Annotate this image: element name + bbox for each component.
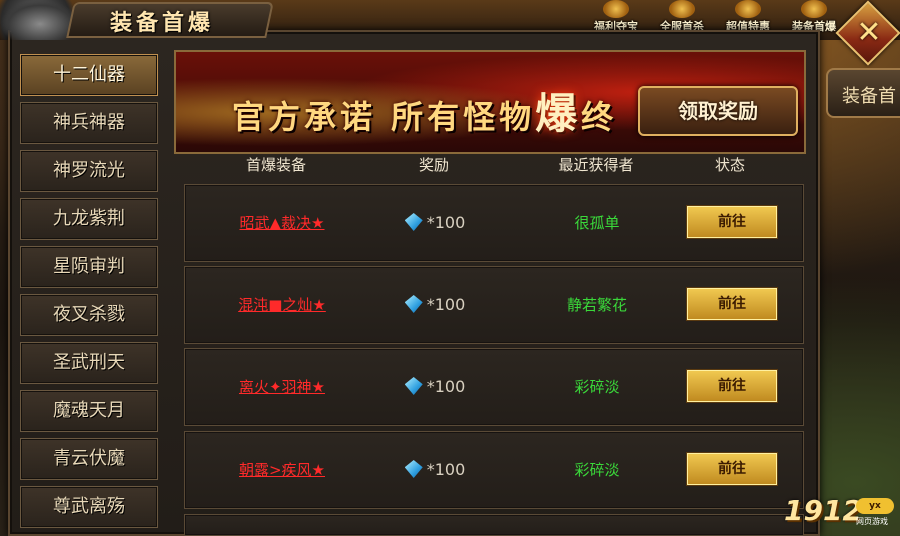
gift-icon bbox=[735, 0, 761, 18]
site-logo: 1912 yx 网页游戏 bbox=[784, 494, 900, 534]
table-row: 混沌■之灿★ *100 静若繁花 前往 bbox=[184, 266, 804, 344]
equipment-link[interactable]: 昭武▲裁决★ bbox=[207, 185, 357, 261]
header-winner: 最近获得者 bbox=[558, 156, 634, 174]
treasure-icon bbox=[603, 0, 629, 18]
menu-item-mohun-tianyue[interactable]: 魔魂天月 bbox=[20, 390, 158, 432]
side-tab-first-drop[interactable]: 装备首 bbox=[826, 68, 900, 118]
reward-cell: *100 bbox=[385, 185, 485, 261]
gear-icon bbox=[801, 0, 827, 18]
winner-name: 静若繁花 bbox=[566, 296, 627, 314]
diamond-icon bbox=[404, 460, 423, 478]
window-title: 装备首爆 bbox=[109, 10, 214, 36]
skull-icon bbox=[669, 0, 695, 18]
equipment-link[interactable]: 离火✦羽神★ bbox=[207, 349, 357, 425]
header-reward: 奖励 bbox=[418, 156, 449, 174]
category-menu: 十二仙器 神兵神器 神罗流光 九龙紫荆 星陨审判 夜叉杀戮 圣武刑天 魔魂天月 … bbox=[20, 54, 160, 534]
go-button[interactable]: 前往 bbox=[687, 453, 777, 485]
menu-item-shenbing-shenqi[interactable]: 神兵神器 bbox=[20, 102, 158, 144]
header-equipment: 首爆装备 bbox=[245, 156, 306, 174]
reward-cell: *100 bbox=[385, 267, 485, 343]
menu-item-yecha-shalu[interactable]: 夜叉杀戮 bbox=[20, 294, 158, 336]
go-button[interactable]: 前往 bbox=[687, 206, 777, 238]
equipment-link[interactable]: 混沌■之灿★ bbox=[207, 267, 357, 343]
menu-item-shenluo-liuguang[interactable]: 神罗流光 bbox=[20, 150, 158, 192]
go-button[interactable]: 前往 bbox=[687, 370, 777, 402]
reward-cell: *100 bbox=[385, 349, 485, 425]
winner-name: 彩碎淡 bbox=[574, 378, 620, 396]
winner-name: 很孤单 bbox=[574, 214, 620, 232]
menu-item-jiulong-zijing[interactable]: 九龙紫荆 bbox=[20, 198, 158, 240]
promo-banner: 官方承诺 所有怪物爆终 领取奖励 bbox=[174, 50, 806, 154]
claim-reward-button[interactable]: 领取奖励 bbox=[638, 86, 798, 136]
header-status: 状态 bbox=[714, 156, 745, 174]
go-button[interactable]: 前往 bbox=[687, 288, 777, 320]
diamond-icon bbox=[404, 213, 423, 231]
menu-item-xingyun-shenpan[interactable]: 星陨审判 bbox=[20, 246, 158, 288]
menu-item-qingyun-fumo[interactable]: 青云伏魔 bbox=[20, 438, 158, 480]
table-header: 首爆装备 奖励 最近获得者 状态 bbox=[184, 154, 804, 180]
diamond-icon bbox=[404, 295, 423, 313]
banner-slogan: 官方承诺 所有怪物爆终 bbox=[232, 89, 618, 138]
table-row-partial bbox=[184, 514, 804, 536]
menu-item-shier-xianqi[interactable]: 十二仙器 bbox=[20, 54, 158, 96]
table-row: 离火✦羽神★ *100 彩碎淡 前往 bbox=[184, 348, 804, 426]
menu-item-zunwu-lishang[interactable]: 尊武离殇 bbox=[20, 486, 158, 528]
menu-item-shengwu-xingtian[interactable]: 圣武刑天 bbox=[20, 342, 158, 384]
winner-name: 彩碎淡 bbox=[574, 461, 620, 479]
equipment-link[interactable]: 朝露>疾风★ bbox=[207, 432, 357, 508]
table-row: 昭武▲裁决★ *100 很孤单 前往 bbox=[184, 184, 804, 262]
diamond-icon bbox=[404, 377, 423, 395]
table-row: 朝露>疾风★ *100 彩碎淡 前往 bbox=[184, 431, 804, 509]
side-tab-label: 装备首 bbox=[842, 86, 896, 107]
reward-cell: *100 bbox=[385, 432, 485, 508]
